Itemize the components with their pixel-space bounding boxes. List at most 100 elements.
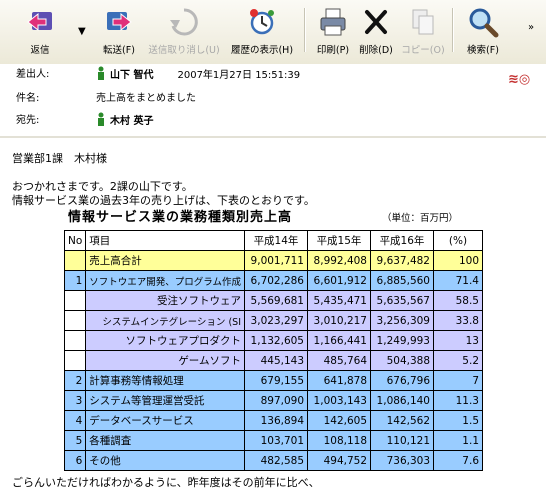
table-unit: （単位：百万円） [382, 213, 459, 224]
value-cell: 641,878 [307, 370, 371, 391]
value-cell: 679,155 [244, 370, 308, 391]
delete-x-icon [365, 10, 387, 34]
value-cell: 1,086,140 [370, 390, 434, 411]
value-cell: 6,885,560 [370, 270, 434, 291]
print-button[interactable]: 印刷(P) [310, 4, 356, 58]
table-row: 2 計算事務等情報処理 679,155 641,878 676,796 7 [63, 370, 483, 391]
forward-button[interactable]: 転送(F) [94, 4, 144, 58]
item-cell: ソフトウェアプロダクト [85, 330, 245, 351]
delete-button[interactable]: 削除(D) [356, 4, 396, 58]
value-cell: 142,605 [307, 410, 371, 431]
pct-cell: 71.4 [433, 270, 483, 291]
reply-icon [27, 12, 52, 32]
item-cell: データベースサービス [85, 410, 245, 431]
item-cell: 各種調査 [85, 430, 245, 451]
table-title: 情報サービス業の業務種類別売上高 [68, 210, 293, 225]
value-cell: 6,702,286 [244, 270, 308, 291]
reply-dropdown-icon[interactable]: ▼ [78, 26, 86, 37]
header-cell: 平成16年 [370, 230, 434, 251]
printer-icon [320, 8, 346, 36]
value-cell: 445,143 [244, 350, 308, 371]
pct-cell: 1.1 [433, 430, 483, 451]
no-cell: 6 [63, 450, 87, 471]
value-cell: 494,752 [307, 450, 371, 471]
value-cell: 1,249,993 [370, 330, 434, 351]
subject-text: 売上高をまとめました [96, 93, 196, 104]
to-label: 宛先: [16, 115, 40, 126]
no-cell [63, 350, 87, 371]
value-cell: 1,132,605 [244, 330, 308, 351]
copy-icon [412, 9, 434, 35]
toolbar-separator [304, 8, 306, 52]
header-cell: 平成14年 [244, 230, 308, 251]
copy-button[interactable]: コピー(O) [400, 4, 446, 58]
message-header: 差出人: 山下 智代 2007年1月27日 15:51:39 件名: 売上高をまと… [0, 64, 546, 136]
no-cell [63, 330, 87, 351]
pct-cell: 100 [433, 250, 483, 271]
no-cell: 3 [63, 390, 87, 411]
item-cell: 受注ソフトウェア [85, 290, 245, 311]
pct-cell: 5.2 [433, 350, 483, 371]
header-cell: 平成15年 [307, 230, 371, 251]
pct-cell: 58.5 [433, 290, 483, 311]
history-icon [250, 9, 274, 35]
table-row: ソフトウェアプロダクト 1,132,605 1,166,441 1,249,99… [63, 330, 483, 351]
no-cell: 1 [63, 270, 87, 291]
pct-cell: 1.5 [433, 410, 483, 431]
value-cell: 5,635,567 [370, 290, 434, 311]
magnifier-icon [469, 8, 499, 38]
value-cell: 110,121 [370, 430, 434, 451]
value-cell: 9,637,482 [370, 250, 434, 271]
pct-cell: 33.8 [433, 310, 483, 331]
undo-send-icon [170, 8, 198, 36]
table-row: 5 各種調査 103,701 108,118 110,121 1.1 [63, 430, 483, 451]
no-cell: 2 [63, 370, 87, 391]
value-cell: 9,001,711 [244, 250, 308, 271]
value-cell: 8,992,408 [307, 250, 371, 271]
no-cell: 5 [63, 430, 87, 451]
value-cell: 676,796 [370, 370, 434, 391]
from-label: 差出人: [16, 69, 50, 80]
toolbar-separator [452, 8, 454, 52]
value-cell: 6,601,912 [307, 270, 371, 291]
no-cell: 4 [63, 410, 87, 431]
undo-send-button[interactable]: 送信取り消し(U) [144, 4, 224, 58]
value-cell: 482,585 [244, 450, 308, 471]
item-cell: システムインテグレーション (SI [85, 310, 245, 331]
value-cell: 1,003,143 [307, 390, 371, 411]
value-cell: 485,764 [307, 350, 371, 371]
pct-cell: 7 [433, 370, 483, 391]
pct-cell: 7.6 [433, 450, 483, 471]
to-name[interactable]: 木村 英子 [110, 116, 153, 127]
sent-date: 2007年1月27日 15:51:39 [177, 70, 301, 81]
stationery-icon: ≋◎ [508, 72, 531, 87]
pct-cell: 11.3 [433, 390, 483, 411]
value-cell: 3,023,297 [244, 310, 308, 331]
value-cell: 142,562 [370, 410, 434, 431]
no-cell [63, 310, 87, 331]
item-cell: システム等管理運営受託 [85, 390, 245, 411]
history-button[interactable]: 履歴の表示(H) [226, 4, 298, 58]
table-row: 6 その他 482,585 494,752 736,303 7.6 [63, 450, 483, 471]
item-cell: ゲームソフト [85, 350, 245, 371]
value-cell: 1,166,441 [307, 330, 371, 351]
contact-icon [98, 112, 104, 126]
from-name[interactable]: 山下 智代 [110, 70, 153, 81]
total-row: 売上高合計 9,001,711 8,992,408 9,637,482 100 [63, 250, 483, 271]
header-cell: (%) [433, 230, 483, 251]
value-cell: 108,118 [307, 430, 371, 451]
value-cell: 504,388 [370, 350, 434, 371]
item-cell: 計算事務等情報処理 [85, 370, 245, 391]
reply-button[interactable]: 返信 [18, 4, 62, 58]
table-header-row: No 項目 平成14年 平成15年 平成16年 (%) [63, 230, 483, 251]
greeting-line: 営業部1課 木村様 [12, 152, 107, 165]
value-cell: 736,303 [370, 450, 434, 471]
toolbar: 返信 ▼ 転送(F) 送信取り消し(U) 履歴の表示(H) 印刷(P) 削除(D… [0, 0, 546, 65]
toolbar-overflow-icon[interactable]: » [528, 22, 534, 33]
contact-icon [98, 66, 104, 80]
table-row: ゲームソフト 445,143 485,764 504,388 5.2 [63, 350, 483, 371]
body-line: ごらんいただければわかるように、昨年度はその前年に比べ、 [12, 476, 320, 489]
value-cell: 136,894 [244, 410, 308, 431]
search-button[interactable]: 検索(F) [458, 4, 508, 58]
header-cell: No [63, 230, 87, 251]
